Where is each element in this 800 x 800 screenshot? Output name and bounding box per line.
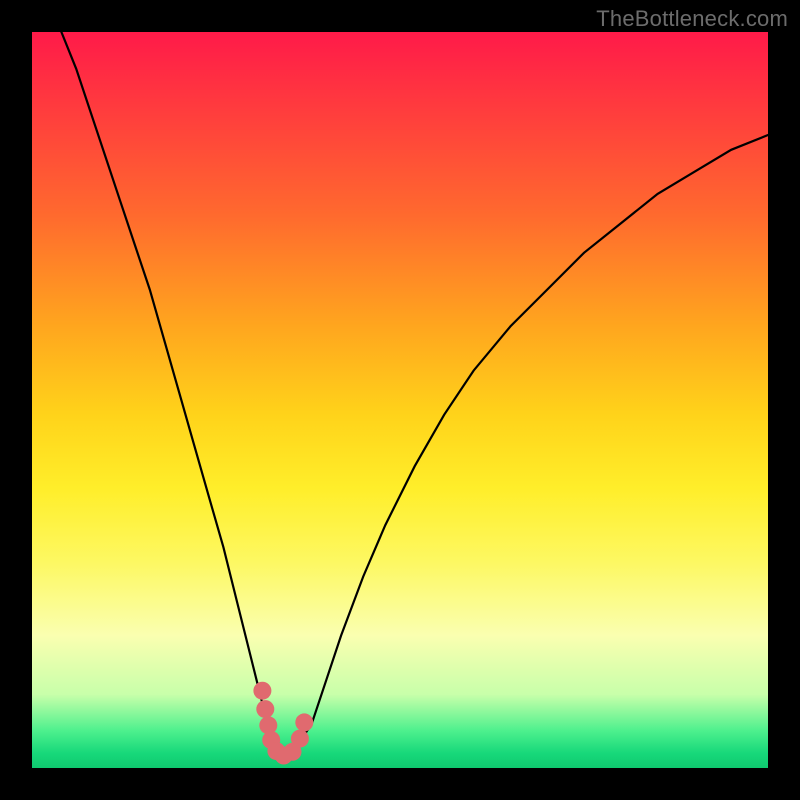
bottleneck-curve-svg: [32, 32, 768, 768]
chart-frame: TheBottleneck.com: [0, 0, 800, 800]
watermark-text: TheBottleneck.com: [596, 6, 788, 32]
chart-plot-area: [32, 32, 768, 768]
highlight-dots-group: [253, 682, 313, 765]
highlight-dot: [253, 682, 271, 700]
highlight-dot: [256, 700, 274, 718]
highlight-dot: [291, 730, 309, 748]
bottleneck-curve-line: [61, 32, 768, 753]
highlight-dot: [295, 713, 313, 731]
